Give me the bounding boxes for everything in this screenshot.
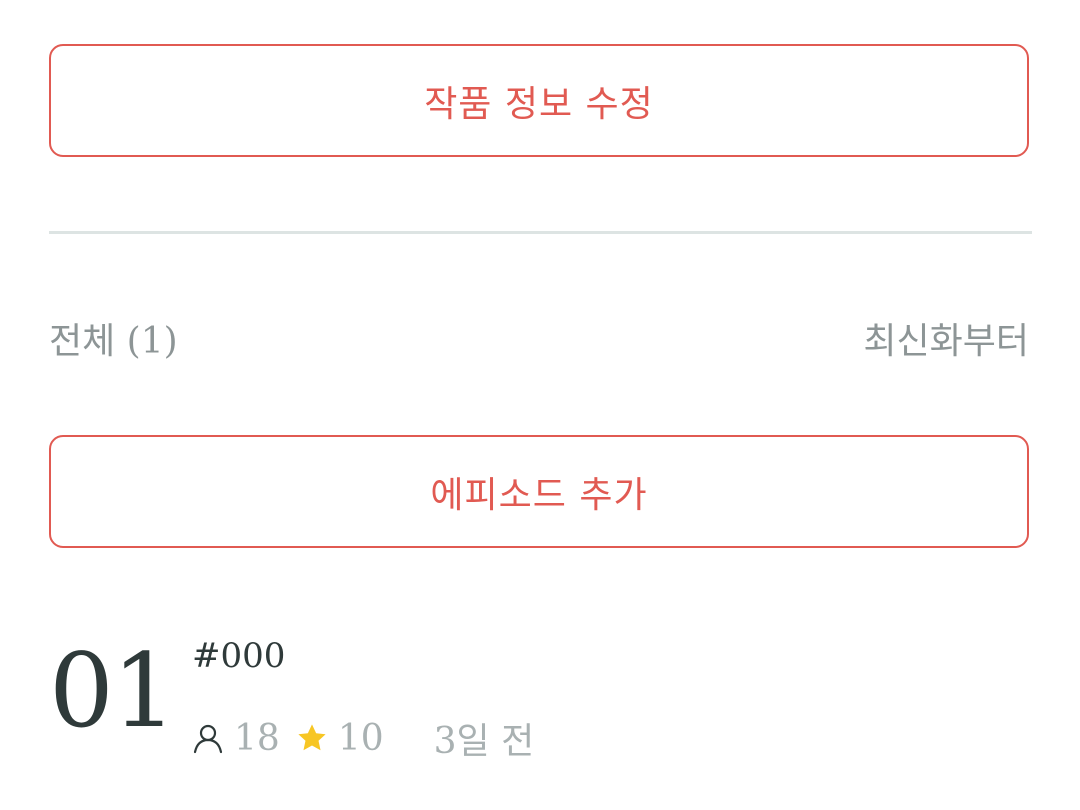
episode-time-ago: 3일 전 xyxy=(433,721,535,762)
episode-title: #000 xyxy=(192,636,286,676)
star-icon xyxy=(296,722,328,754)
episode-list-header: 전체 (1) 최신화부터 xyxy=(49,312,1029,364)
view-count: 18 xyxy=(234,717,280,759)
sort-newest-button[interactable]: 최신화부터 xyxy=(863,312,1029,364)
add-episode-button[interactable]: 에피소드 추가 xyxy=(49,435,1029,548)
divider xyxy=(49,231,1032,234)
edit-work-info-button[interactable]: 작품 정보 수정 xyxy=(49,44,1029,157)
episode-meta: 18 10 3일 전 xyxy=(192,714,534,762)
total-count-label: 전체 (1) xyxy=(49,321,178,362)
episode-number: 01 xyxy=(49,632,177,751)
edit-work-info-label: 작품 정보 수정 xyxy=(424,83,654,125)
add-episode-label: 에피소드 추가 xyxy=(430,474,648,516)
episode-item[interactable]: 01 #000 18 10 3일 전 xyxy=(49,630,1029,770)
rating-value: 10 xyxy=(337,717,384,759)
person-icon xyxy=(192,722,224,754)
